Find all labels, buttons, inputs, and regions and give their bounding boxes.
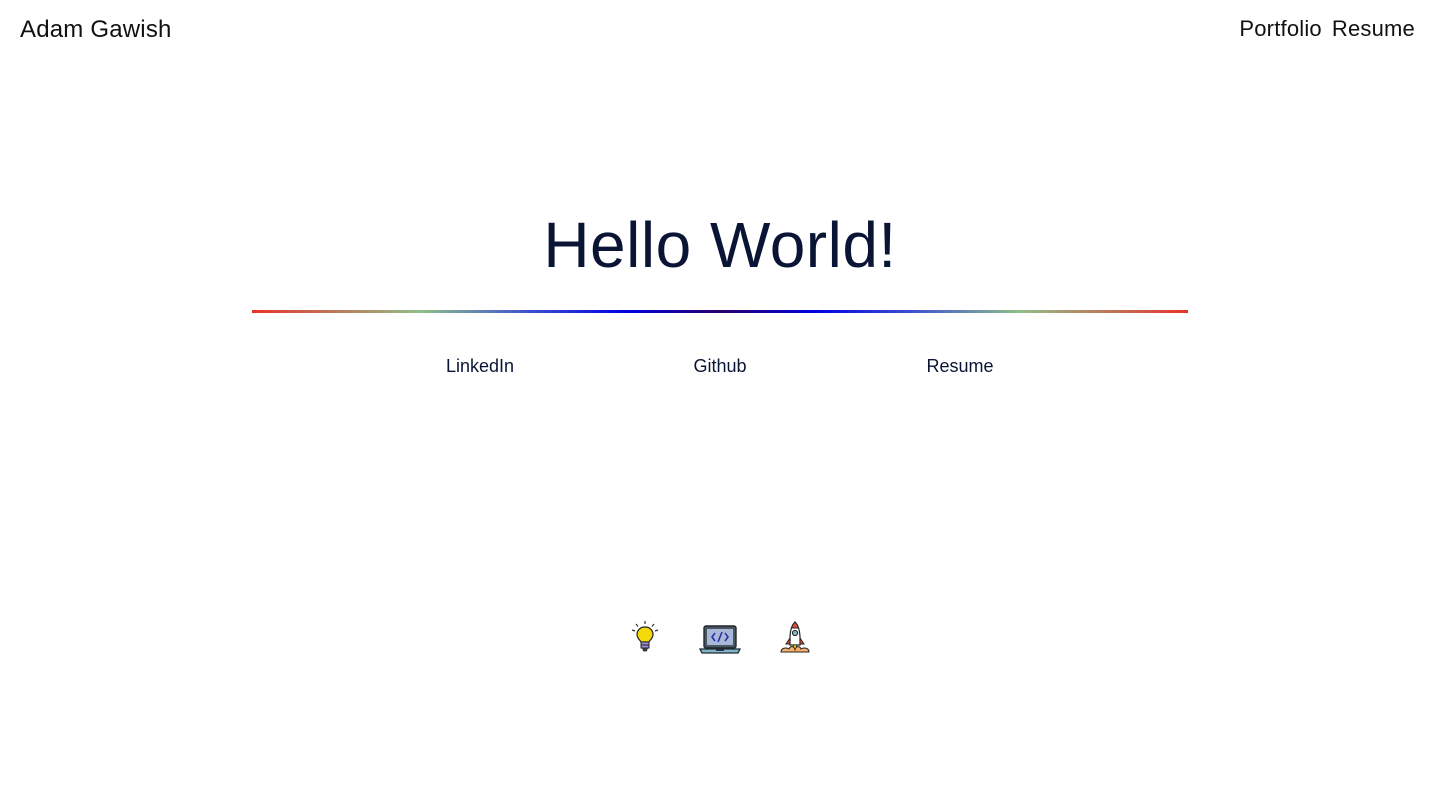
laptop-code-icon: [699, 624, 741, 656]
site-name-link[interactable]: Adam Gawish: [20, 16, 172, 44]
github-link[interactable]: Github: [693, 356, 746, 377]
resume-link[interactable]: Resume: [926, 356, 993, 377]
top-nav: Portfolio Resume: [1239, 16, 1415, 42]
icon-row: [0, 618, 1440, 662]
page: Adam Gawish Portfolio Resume Hello World…: [0, 0, 1440, 801]
rocket-icon: [778, 620, 812, 656]
social-links: LinkedIn Github Resume: [0, 356, 1440, 380]
hero-title: Hello World!: [543, 209, 897, 281]
linkedin-link[interactable]: LinkedIn: [446, 356, 514, 377]
lightbulb-icon: [630, 620, 660, 654]
nav-resume-link[interactable]: Resume: [1332, 16, 1415, 42]
rainbow-divider: [252, 310, 1188, 313]
nav-portfolio-link[interactable]: Portfolio: [1239, 16, 1322, 42]
